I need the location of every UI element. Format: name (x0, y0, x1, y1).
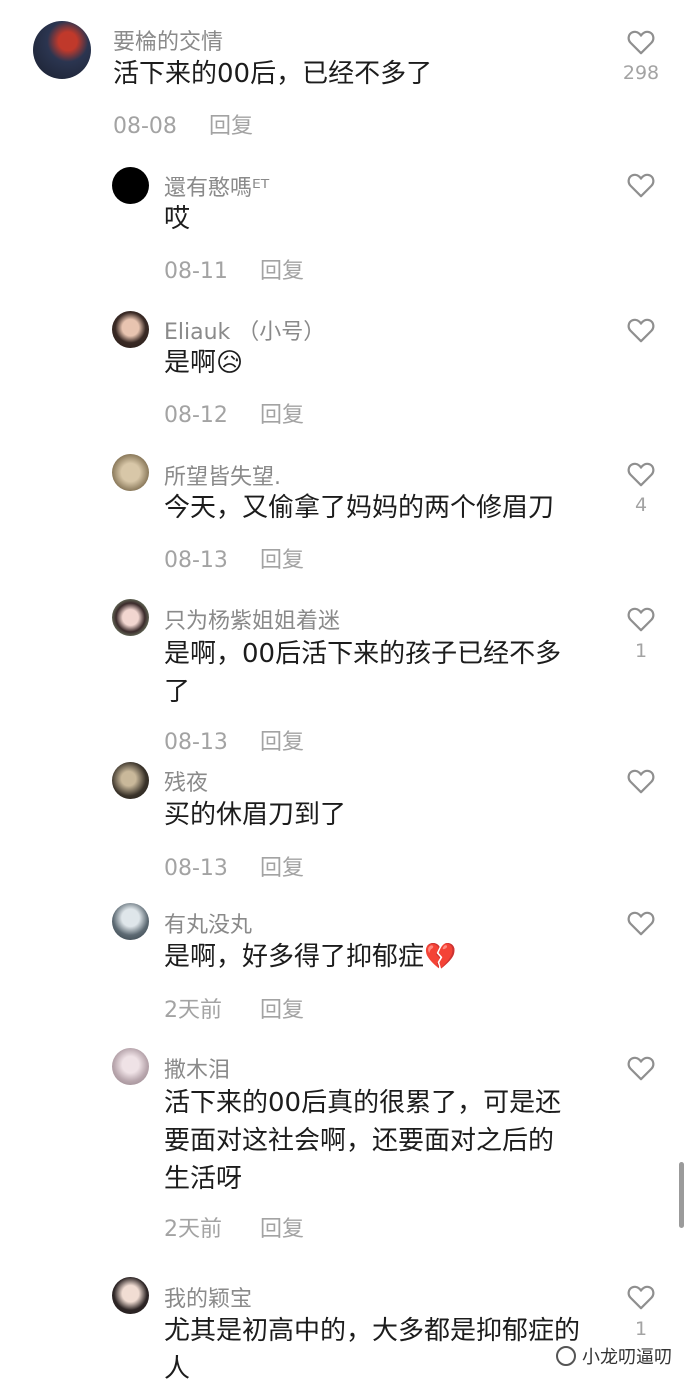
avatar[interactable] (112, 1048, 149, 1085)
reply-button[interactable]: 回复 (260, 850, 304, 882)
comment-text: 尤其是初高中的，大多都是抑郁症的人 (164, 1316, 581, 1384)
comment-text: 买的休眉刀到了 (164, 800, 347, 830)
comment-text: 是啊😥 (164, 348, 244, 378)
comment-username[interactable]: 要棆的交情 (113, 24, 223, 56)
comment-meta: 08-12 回复 (164, 397, 304, 429)
comment-text: 今天，又偷拿了妈妈的两个修眉刀 (164, 493, 555, 523)
comment-meta: 08-11 回复 (164, 253, 304, 285)
heart-outline-icon[interactable] (626, 767, 656, 794)
heart-outline-icon[interactable] (626, 316, 656, 343)
comment-text: 是啊，好多得了抑郁症💔 (164, 942, 457, 972)
comment-text: 哎 (164, 204, 191, 234)
comment-username[interactable]: 只为杨紫姐姐着迷 (164, 603, 340, 635)
heart-outline-icon[interactable] (626, 28, 656, 55)
heart-outline-icon[interactable] (626, 1283, 656, 1310)
comment-date: 08-11 (164, 259, 228, 284)
comment-meta: 08-08 回复 (113, 108, 253, 140)
comment-username[interactable]: 有丸没丸 (164, 907, 252, 939)
heart-outline-icon[interactable] (626, 909, 656, 936)
watermark: 小龙叨逼叨 (556, 1343, 672, 1369)
like-count: 1 (634, 640, 648, 662)
comment-username[interactable]: 残夜 (164, 765, 208, 797)
avatar[interactable] (112, 599, 149, 636)
comment-date: 08-13 (164, 548, 228, 573)
comment-text: 是啊，00后活下来的孩子已经不多了 (164, 639, 562, 707)
comment-text: 活下来的00后真的很累了，可是还要面对这社会啊，还要面对之后的生活呀 (164, 1088, 562, 1194)
reply-button[interactable]: 回复 (260, 542, 304, 574)
avatar[interactable] (112, 167, 149, 204)
avatar[interactable] (33, 21, 91, 79)
reply-button[interactable]: 回复 (260, 724, 304, 756)
comment-meta: 08-13 回复 (164, 850, 304, 882)
like-count: 4 (634, 494, 648, 516)
heart-outline-icon[interactable] (626, 460, 656, 487)
avatar[interactable] (112, 311, 149, 348)
comment-date: 08-13 (164, 856, 228, 881)
heart-outline-icon[interactable] (626, 1054, 656, 1081)
comment-meta: 2天前 回复 (164, 992, 304, 1024)
heart-outline-icon[interactable] (626, 171, 656, 198)
comment-date: 08-12 (164, 403, 228, 428)
comment-meta: 08-13 回复 (164, 724, 304, 756)
scrollbar[interactable] (679, 1162, 684, 1228)
comment-date: 2天前 (164, 998, 222, 1023)
heart-outline-icon[interactable] (626, 605, 656, 632)
avatar[interactable] (112, 903, 149, 940)
comment-text: 活下来的00后，已经不多了 (113, 59, 433, 89)
comment-date: 2天前 (164, 1217, 222, 1242)
comment-username[interactable]: 所望皆失望. (164, 459, 281, 491)
comment-username[interactable]: Eliauk （小号） (164, 314, 325, 346)
like-count: 298 (622, 62, 660, 84)
comment-meta: 08-13 回复 (164, 542, 304, 574)
comment-date: 08-13 (164, 730, 228, 755)
like-count: 1 (634, 1318, 648, 1340)
comment-username[interactable]: 撒木泪 (164, 1052, 230, 1084)
reply-button[interactable]: 回复 (260, 253, 304, 285)
watermark-text: 小龙叨逼叨 (582, 1347, 672, 1368)
reply-button[interactable]: 回复 (260, 1211, 304, 1243)
reply-button[interactable]: 回复 (209, 108, 253, 140)
reply-button[interactable]: 回复 (260, 992, 304, 1024)
avatar[interactable] (112, 1277, 149, 1314)
avatar[interactable] (112, 454, 149, 491)
comment-username[interactable]: 我的颖宝 (164, 1281, 252, 1313)
avatar[interactable] (112, 762, 149, 799)
comment-username[interactable]: 還有憨嗎ᴱᵀ (164, 170, 269, 202)
comment-date: 08-08 (113, 114, 177, 139)
reply-button[interactable]: 回复 (260, 397, 304, 429)
wechat-channel-icon (556, 1346, 576, 1366)
comment-meta: 2天前 回复 (164, 1211, 304, 1243)
